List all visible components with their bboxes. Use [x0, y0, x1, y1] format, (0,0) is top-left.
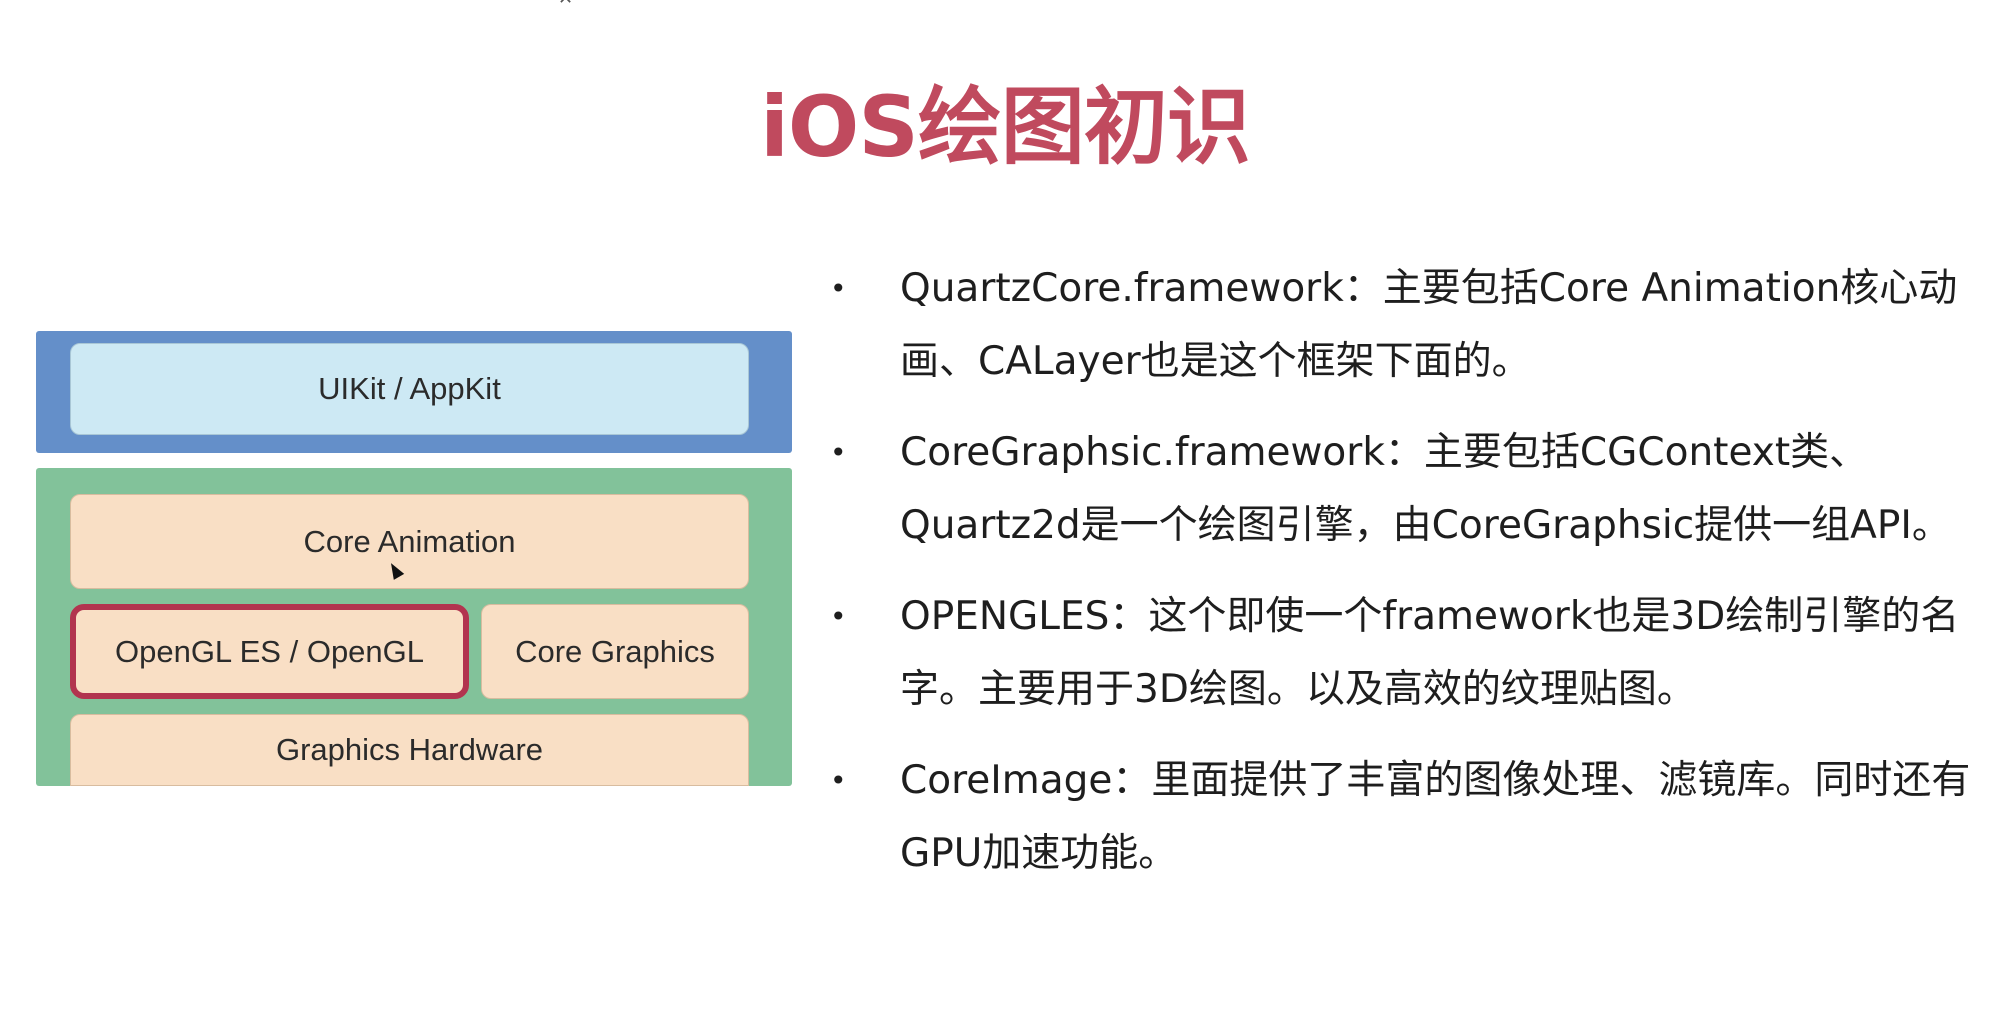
rendering-layer: Core Animation OpenGL ES / OpenGL Core G…: [36, 468, 792, 786]
graphics-stack-diagram: UIKit / AppKit Core Animation OpenGL ES …: [36, 331, 792, 786]
list-item-text: CoreGraphsic.framework：主要包括CGContext类、Qu…: [900, 430, 1951, 548]
list-item-text: OPENGLES：这个即使一个framework也是3D绘制引擎的名字。主要用于…: [900, 594, 1960, 712]
opengl-box: OpenGL ES / OpenGL: [70, 604, 469, 699]
list-item-text: QuartzCore.framework：主要包括Core Animation核…: [900, 266, 1958, 384]
bullet-dot: •: [830, 600, 847, 633]
uikit-layer: UIKit / AppKit: [36, 331, 792, 453]
bullet-dot: •: [830, 272, 847, 305]
list-item-text: CoreImage：里面提供了丰富的图像处理、滤镜库。同时还有GPU加速功能。: [900, 758, 1971, 876]
close-icon[interactable]: ✕: [558, 0, 573, 9]
list-item: • QuartzCore.framework：主要包括Core Animatio…: [830, 252, 1980, 398]
slide-title: iOS绘图初识: [760, 78, 1251, 176]
slide: ✕ iOS绘图初识 UIKit / AppKit Core Animation …: [0, 0, 1994, 1030]
graphics-hardware-box: Graphics Hardware: [70, 714, 749, 786]
uikit-appkit-box: UIKit / AppKit: [70, 343, 749, 435]
bullet-dot: •: [830, 764, 847, 797]
core-animation-box: Core Animation: [70, 494, 749, 589]
bullet-list: • QuartzCore.framework：主要包括Core Animatio…: [830, 252, 1980, 908]
list-item: • OPENGLES：这个即使一个framework也是3D绘制引擎的名字。主要…: [830, 580, 1980, 726]
list-item: • CoreGraphsic.framework：主要包括CGContext类、…: [830, 416, 1980, 562]
list-item: • CoreImage：里面提供了丰富的图像处理、滤镜库。同时还有GPU加速功能…: [830, 744, 1980, 890]
bullet-dot: •: [830, 436, 847, 469]
core-graphics-box: Core Graphics: [481, 604, 749, 699]
